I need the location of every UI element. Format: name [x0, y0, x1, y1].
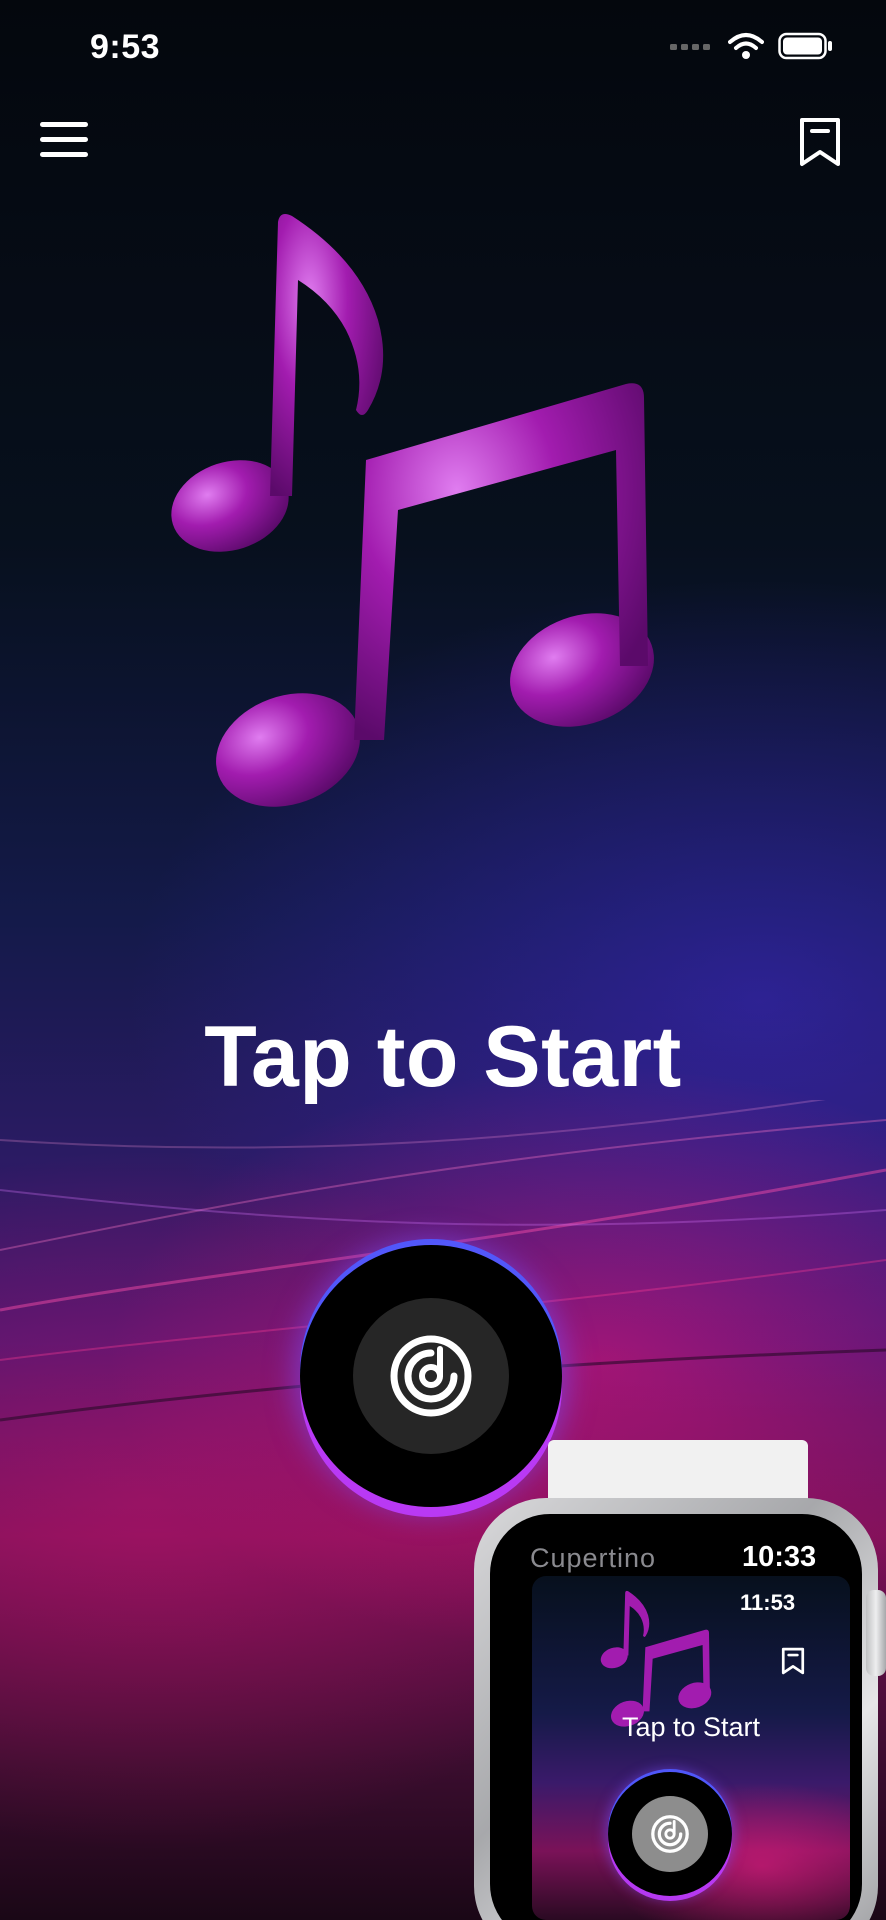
watch-screen-time: 11:53: [740, 1590, 796, 1615]
menu-button[interactable]: [40, 120, 88, 160]
watch-time: 10:33: [742, 1541, 817, 1573]
watch-bookmark-icon[interactable]: [780, 1644, 806, 1678]
status-bar: 9:53: [0, 0, 886, 100]
status-time: 9:53: [90, 28, 161, 66]
watch-listen-button-inner: [632, 1796, 708, 1872]
watch-listen-icon: [651, 1815, 689, 1853]
watch-music-notes-icon: [600, 1590, 712, 1727]
bookmark-button[interactable]: [796, 116, 844, 168]
tap-to-start-label[interactable]: Tap to Start: [0, 1008, 886, 1107]
watch-app-screen: 11:53 Tap to Start: [532, 1576, 850, 1920]
listen-button-inner: [353, 1298, 509, 1454]
app-screen: 9:53 Tap to Start Cupertino 10:33 11:53 …: [0, 0, 886, 1920]
status-icons: [670, 32, 834, 60]
listen-icon: [390, 1335, 472, 1417]
signal-icon: [670, 44, 710, 50]
battery-icon: [778, 32, 832, 60]
bookmark-icon: [800, 118, 840, 166]
watch-tap-to-start-label[interactable]: Tap to Start: [532, 1712, 850, 1743]
watch-listen-button[interactable]: [608, 1772, 732, 1896]
listen-button[interactable]: [300, 1245, 562, 1507]
music-notes-icon: [171, 214, 654, 807]
watch-city-label: Cupertino: [530, 1543, 657, 1573]
watch-crown: [866, 1590, 886, 1676]
hamburger-menu-icon: [40, 122, 88, 157]
wifi-icon: [728, 33, 764, 59]
